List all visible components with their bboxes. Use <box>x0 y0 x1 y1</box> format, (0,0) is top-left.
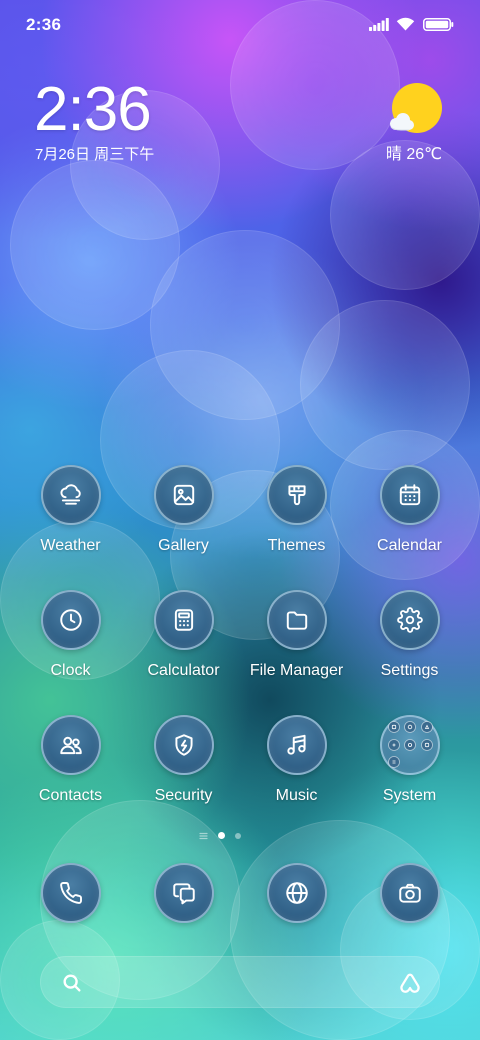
folder-icon[interactable] <box>266 590 327 650</box>
signal-icon <box>369 18 389 31</box>
app-file-manager[interactable]: File Manager <box>240 590 353 715</box>
app-gallery[interactable]: Gallery <box>127 465 240 590</box>
app-label: Weather <box>40 537 101 554</box>
weather-icon[interactable] <box>40 465 101 525</box>
app-label: File Manager <box>249 662 344 679</box>
search-bar[interactable] <box>40 956 440 1008</box>
messages-icon[interactable] <box>153 863 214 923</box>
weather-condition-temp: 晴 26℃ <box>385 146 443 163</box>
app-label: Contacts <box>38 787 103 804</box>
battery-icon <box>423 18 454 31</box>
calculator-icon[interactable] <box>153 590 214 650</box>
app-music[interactable]: Music <box>240 715 353 825</box>
search-icon[interactable] <box>61 972 83 994</box>
app-label: Themes <box>267 537 326 554</box>
page-dot[interactable] <box>235 832 241 839</box>
app-folder-system[interactable]: System <box>353 715 466 825</box>
calendar-icon[interactable] <box>379 465 440 525</box>
contacts-icon[interactable] <box>40 715 101 775</box>
app-label: System <box>382 787 437 804</box>
browser-globe-icon[interactable] <box>266 863 327 923</box>
app-calendar[interactable]: Calendar <box>353 465 466 590</box>
themes-brush-icon[interactable] <box>266 465 327 525</box>
app-label: Settings <box>380 662 439 679</box>
home-screen: 2:36 2:36 7月26日 周三下午 晴 26℃ Weather Galle… <box>0 0 480 1040</box>
wifi-icon <box>396 17 415 31</box>
dock <box>14 863 466 923</box>
sun-cloud-icon <box>388 80 446 134</box>
page-indicator[interactable] <box>199 831 241 840</box>
app-contacts[interactable]: Contacts <box>14 715 127 825</box>
dock-app-messages[interactable] <box>127 863 240 923</box>
app-weather[interactable]: Weather <box>14 465 127 590</box>
clock-date: 7月26日 周三下午 <box>35 146 155 163</box>
gear-icon[interactable] <box>379 590 440 650</box>
app-label: Security <box>154 787 213 804</box>
menu-lines-icon[interactable] <box>199 832 208 840</box>
app-label: Clock <box>50 662 91 679</box>
status-time: 2:36 <box>26 15 62 34</box>
status-bar[interactable]: 2:36 <box>0 0 480 48</box>
app-security[interactable]: Security <box>127 715 240 825</box>
app-themes[interactable]: Themes <box>240 465 353 590</box>
gallery-icon[interactable] <box>153 465 214 525</box>
app-folder-icon[interactable] <box>379 715 440 775</box>
music-note-icon[interactable] <box>266 715 327 775</box>
clock-time: 2:36 <box>34 75 152 144</box>
dock-app-phone[interactable] <box>14 863 127 923</box>
phone-icon[interactable] <box>40 863 101 923</box>
app-settings[interactable]: Settings <box>353 590 466 715</box>
shield-icon[interactable] <box>153 715 214 775</box>
app-calculator[interactable]: Calculator <box>127 590 240 715</box>
clock-icon[interactable] <box>40 590 101 650</box>
dock-app-browser[interactable] <box>240 863 353 923</box>
app-label: Calendar <box>377 537 442 554</box>
assistant-icon[interactable] <box>396 969 424 997</box>
clock-widget[interactable]: 2:36 7月26日 周三下午 <box>34 78 184 168</box>
camera-icon[interactable] <box>379 863 440 923</box>
weather-widget[interactable]: 晴 26℃ <box>374 78 454 168</box>
page-dot-active[interactable] <box>218 832 225 839</box>
app-label: Gallery <box>158 537 209 554</box>
app-label: Music <box>275 787 318 804</box>
app-grid: Weather Gallery Themes Calendar Clock Ca… <box>14 465 466 825</box>
app-clock[interactable]: Clock <box>14 590 127 715</box>
dock-app-camera[interactable] <box>353 863 466 923</box>
app-label: Calculator <box>147 662 220 679</box>
